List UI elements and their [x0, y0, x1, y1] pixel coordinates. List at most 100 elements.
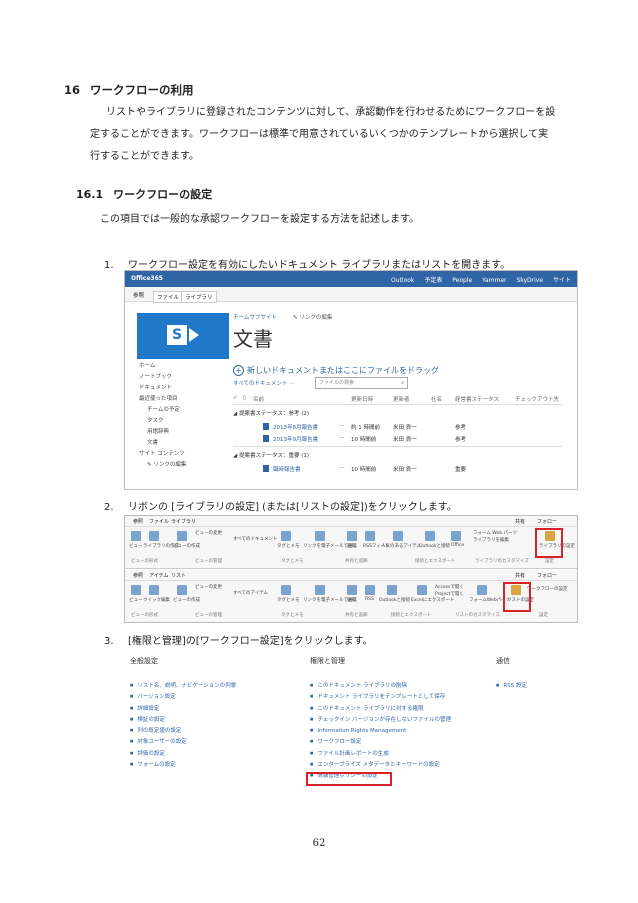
modify-view-button[interactable]: ビューの変更: [195, 584, 222, 590]
share-button[interactable]: 共有: [515, 572, 525, 579]
tab-library[interactable]: ライブラリ: [181, 291, 217, 303]
col-company[interactable]: 社名: [431, 395, 442, 403]
popular-items-button[interactable]: 人気のあるアイテム: [381, 543, 421, 549]
view-button[interactable]: ビュー: [129, 543, 143, 549]
alert-icon[interactable]: [347, 585, 357, 595]
nav-site-contents[interactable]: サイト コンテンツ: [139, 449, 186, 460]
alert-button[interactable]: 通知: [347, 543, 356, 549]
connect-outlook-button[interactable]: Outlookと接続: [379, 597, 410, 603]
search-input[interactable]: ファイルの検索 ⌕: [315, 377, 408, 389]
nav-recent[interactable]: 最近使った項目: [139, 394, 186, 405]
nav-documents[interactable]: ドキュメント: [139, 383, 186, 394]
alert-button[interactable]: 通知: [347, 597, 356, 603]
doc-name[interactable]: 2013年8月報告書: [273, 423, 318, 431]
settings-link[interactable]: 対象ユーザーの設定: [130, 736, 236, 747]
top-link-calendar[interactable]: 予定表: [424, 277, 442, 284]
view-button[interactable]: ビュー: [129, 597, 143, 603]
outlook-icon[interactable]: [387, 585, 397, 595]
tags-icon[interactable]: [281, 531, 291, 541]
new-document-button[interactable]: + 新しいドキュメントまたはここにファイルをドラッグ: [233, 365, 439, 376]
form-webparts-icon[interactable]: [477, 585, 487, 595]
outlook-icon[interactable]: [425, 531, 435, 541]
tab-list[interactable]: リスト: [171, 572, 186, 579]
tags-icon[interactable]: [281, 585, 291, 595]
top-link-skydrive[interactable]: SkyDrive: [516, 277, 543, 284]
settings-link[interactable]: このドキュメント ライブラリに対する権限: [310, 703, 451, 714]
nav-home[interactable]: ホーム: [139, 361, 186, 372]
col-modified-by[interactable]: 更新者: [393, 395, 410, 403]
office-button[interactable]: Office: [451, 543, 464, 548]
settings-link[interactable]: 評価の設定: [130, 748, 236, 759]
top-link-sites[interactable]: サイト: [553, 277, 571, 284]
settings-link[interactable]: フォームの設定: [130, 759, 236, 770]
follow-button[interactable]: フォロー: [537, 572, 557, 579]
edit-library-button[interactable]: ライブラリを編集: [473, 537, 509, 543]
share-button[interactable]: 共有: [515, 518, 525, 525]
datasheet-icon[interactable]: [149, 531, 159, 541]
export-excel-button[interactable]: Excelにエクスポート: [411, 597, 454, 603]
nav-edit-links[interactable]: ✎ リンクの編集: [139, 460, 186, 471]
create-view-button[interactable]: ビューの作成: [173, 543, 200, 549]
nav-glossary[interactable]: 用語辞典: [139, 427, 186, 438]
popular-icon[interactable]: [393, 531, 403, 541]
tab-library[interactable]: ライブラリ: [171, 518, 196, 525]
rss-settings-link[interactable]: RSS 設定: [496, 680, 527, 691]
rss-icon[interactable]: [365, 531, 375, 541]
edit-links[interactable]: ✎ リンクの編集: [293, 313, 332, 321]
doc-name[interactable]: 臨時報告書: [273, 465, 301, 473]
ellipsis-icon[interactable]: ···: [339, 423, 344, 429]
rss-button[interactable]: RSS: [365, 597, 374, 602]
ellipsis-icon[interactable]: ···: [339, 435, 344, 441]
tab-file[interactable]: ファイル: [149, 518, 169, 525]
settings-link[interactable]: 検証の設定: [130, 714, 236, 725]
group-header-important[interactable]: ◢ 提案書ステータス：重要 (1): [233, 451, 309, 459]
create-view-icon[interactable]: [177, 531, 187, 541]
col-status[interactable]: 経営書ステータス: [455, 395, 499, 403]
tab-browse[interactable]: 参照: [133, 518, 143, 525]
tags-notes-button[interactable]: タグとメモ: [277, 597, 300, 603]
email-link-icon[interactable]: [315, 531, 325, 541]
tab-browse[interactable]: 参照: [133, 572, 143, 579]
follow-button[interactable]: フォロー: [537, 518, 557, 525]
current-view-select[interactable]: すべてのドキュメント: [233, 536, 278, 542]
doc-user[interactable]: 米田 貢一: [393, 423, 417, 431]
workflow-settings-link[interactable]: ワークフロー設定: [310, 736, 451, 747]
top-link-people[interactable]: People: [452, 277, 472, 284]
view-selector[interactable]: すべてのドキュメント ···: [233, 379, 294, 387]
doc-name[interactable]: 2013年9月報告書: [273, 435, 318, 443]
modify-view-button[interactable]: ビューの変更: [195, 530, 222, 536]
nav-team-calendar[interactable]: チームの予定: [139, 405, 186, 416]
doc-user[interactable]: 米田 貢一: [393, 435, 417, 443]
nav-tasks[interactable]: タスク: [139, 416, 186, 427]
col-modified[interactable]: 更新日時: [351, 395, 373, 403]
settings-link[interactable]: リスト名、説明、ナビゲーションの列挙: [130, 680, 236, 691]
form-webparts-button[interactable]: フォーム Web パーツ: [473, 530, 517, 536]
group-header-reference[interactable]: ◢ 提案書ステータス：参考 (2): [233, 409, 309, 417]
top-link-outlook[interactable]: Outlook: [391, 277, 414, 284]
current-view-select[interactable]: すべてのアイテム: [233, 590, 268, 596]
settings-link[interactable]: チェックイン バージョンが存在しないファイルの管理: [310, 714, 451, 725]
settings-link[interactable]: ファイル計画レポートの生成: [310, 748, 451, 759]
col-checked-out[interactable]: チェックアウト先: [515, 395, 559, 403]
settings-link[interactable]: 列の既定値の設定: [130, 725, 236, 736]
open-project-button[interactable]: Projectで開く: [435, 591, 464, 597]
settings-link[interactable]: バージョン設定: [130, 691, 236, 702]
open-access-button[interactable]: Accessで開く: [435, 584, 464, 590]
doc-user[interactable]: 米田 貢一: [393, 465, 417, 473]
quick-edit-icon[interactable]: [149, 585, 159, 595]
settings-link[interactable]: Information Rights Management: [310, 725, 451, 736]
search-icon[interactable]: ⌕: [401, 378, 404, 388]
tab-items[interactable]: アイテム: [149, 572, 169, 579]
ellipsis-icon[interactable]: ···: [339, 465, 344, 471]
col-name[interactable]: 名前: [253, 395, 264, 403]
office-icon[interactable]: [451, 531, 461, 541]
alert-icon[interactable]: [347, 531, 357, 541]
create-view-button[interactable]: ビューの作成: [173, 597, 200, 603]
settings-link[interactable]: このドキュメント ライブラリの削除: [310, 680, 451, 691]
select-checkbox-icon[interactable]: ✓: [233, 395, 238, 401]
tab-file[interactable]: ファイル: [153, 291, 184, 303]
quick-edit-button[interactable]: クイック編集: [143, 597, 170, 603]
excel-icon[interactable]: [417, 585, 427, 595]
top-link-yammer[interactable]: Yammer: [482, 277, 506, 284]
nav-library[interactable]: 文書: [139, 438, 186, 449]
